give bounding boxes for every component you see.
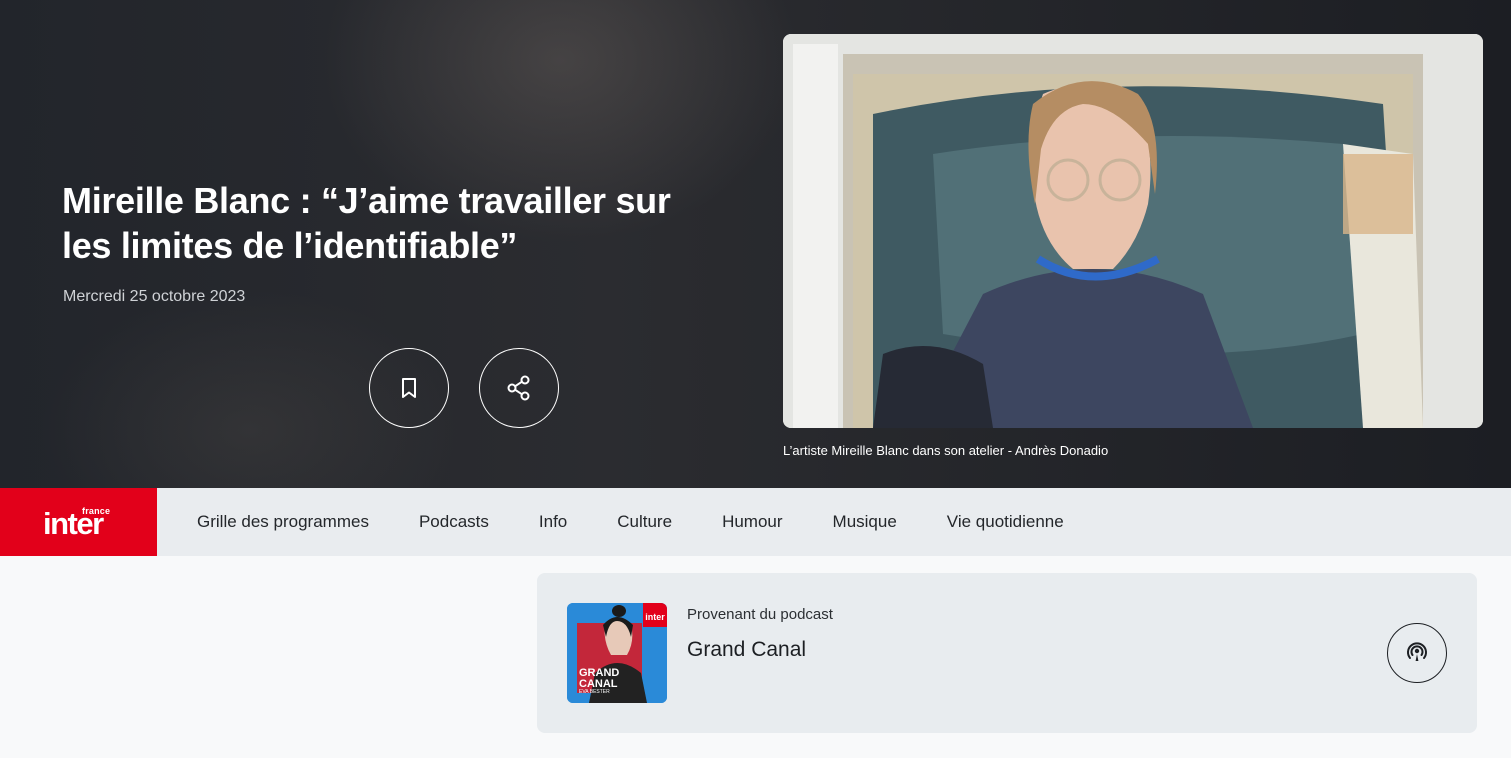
- nav-item-culture[interactable]: Culture: [617, 512, 672, 532]
- logo-main-text: inter: [43, 506, 104, 541]
- podcast-source-card[interactable]: inter GRAND CANAL EVA BESTER Provenant d…: [537, 573, 1477, 733]
- nav-items: Grille des programmes Podcasts Info Cult…: [197, 488, 1114, 556]
- podcast-cover[interactable]: inter GRAND CANAL EVA BESTER: [567, 603, 667, 703]
- bookmark-icon: [402, 378, 416, 398]
- nav-item-humour[interactable]: Humour: [722, 512, 782, 532]
- podcast-cover-art: inter GRAND CANAL EVA BESTER: [567, 603, 667, 703]
- article-photo: [783, 34, 1483, 428]
- share-button[interactable]: [479, 348, 559, 428]
- nav-item-musique[interactable]: Musique: [833, 512, 897, 532]
- nav-item-info[interactable]: Info: [539, 512, 567, 532]
- article-hero: Mireille Blanc : “J’aime travailler sur …: [0, 0, 1511, 488]
- nav-item-vie-quotidienne[interactable]: Vie quotidienne: [947, 512, 1064, 532]
- cover-host: EVA BESTER: [579, 689, 610, 695]
- portrait-illustration: [783, 34, 1483, 428]
- podcast-label: Provenant du podcast: [687, 606, 833, 623]
- nav-item-grille[interactable]: Grille des programmes: [197, 512, 369, 532]
- cover-brand: inter: [645, 612, 665, 622]
- article-date: Mercredi 25 octobre 2023: [63, 288, 246, 305]
- article-title: Mireille Blanc : “J’aime travailler sur …: [62, 180, 671, 266]
- photo-caption: L’artiste Mireille Blanc dans son atelie…: [783, 443, 1109, 458]
- nav-item-podcasts[interactable]: Podcasts: [419, 512, 489, 532]
- bookmark-button[interactable]: [369, 348, 449, 428]
- podcast-button[interactable]: [1387, 623, 1447, 683]
- podcast-title[interactable]: Grand Canal: [687, 638, 806, 662]
- podcast-icon: [1407, 642, 1427, 661]
- main-navigation: france inter Grille des programmes Podca…: [0, 488, 1511, 556]
- share-icon: [507, 375, 530, 401]
- france-inter-logo[interactable]: france inter: [0, 488, 157, 556]
